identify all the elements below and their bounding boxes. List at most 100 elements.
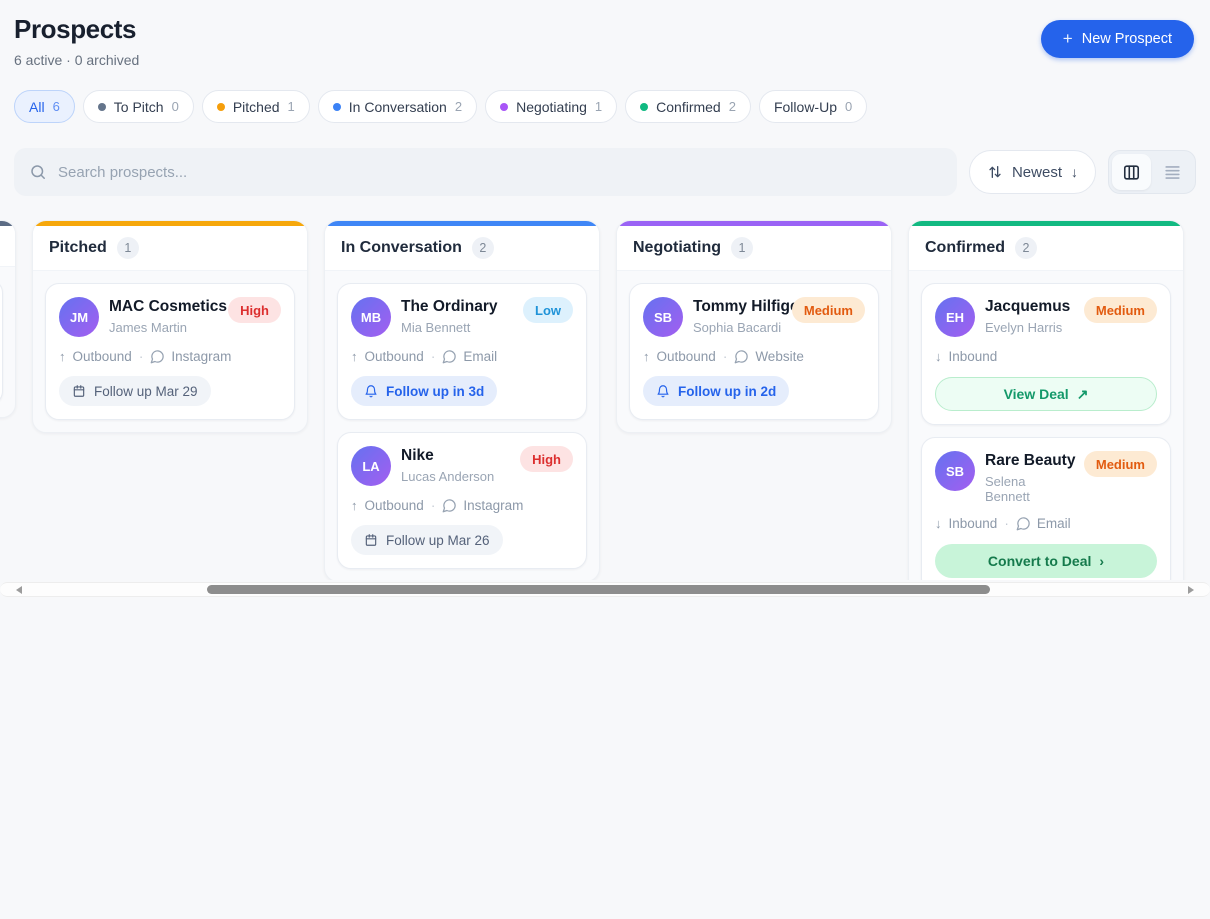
status-dot [217,103,225,111]
contact-name: Sophia Bacardi [693,320,782,335]
filter-label: Follow-Up [774,99,837,115]
calendar-icon [364,533,378,547]
priority-badge: High [520,446,573,472]
prospect-card-tommy-hilfiger[interactable]: SB Tommy Hilfiger Sophia Bacardi Medium … [629,283,879,420]
separator-dot: · [1004,516,1009,531]
list-view-button[interactable] [1153,154,1192,190]
convert-to-deal-button[interactable]: Convert to Deal › [935,544,1157,578]
avatar: MB [351,297,391,337]
prospect-card-mac-cosmetics[interactable]: JM MAC Cosmetics James Martin High ↑ Out… [45,283,295,420]
column-confirmed: Confirmed 2 EH Jacquemus Evelyn Harris M… [908,220,1184,580]
prospect-card-rare-beauty[interactable]: SB Rare Beauty Selena Bennett Medium ↓ I… [921,437,1171,580]
prospect-card-nike[interactable]: LA Nike Lucas Anderson High ↑ Outbound · [337,432,587,569]
column-count-badge: 2 [472,237,494,259]
message-bubble-icon [442,498,457,513]
channel-row: ↓ Inbound · Email [935,516,1157,531]
filter-count: 0 [845,99,852,114]
priority-badge: Medium [1084,297,1157,323]
filter-negotiating[interactable]: Negotiating 1 [485,90,617,123]
message-bubble-icon [150,349,165,364]
bell-icon [656,384,670,398]
prospect-card-jacquemus[interactable]: EH Jacquemus Evelyn Harris Medium ↓ Inbo… [921,283,1171,425]
scroll-left-arrow[interactable] [16,586,22,594]
filter-pitched[interactable]: Pitched 1 [202,90,310,123]
board-view-button[interactable] [1112,154,1151,190]
status-filter-bar: All 6 To Pitch 0 Pitched 1 In Conversati… [14,90,867,123]
column-body: MB The Ordinary Mia Bennett Low ↑ Outbou… [325,271,599,580]
new-prospect-button[interactable]: + New Prospect [1041,20,1194,58]
channel-row: ↑ Outbound · Website [643,349,865,364]
plus-icon: + [1063,29,1073,49]
followup-chip: Follow up in 3d [351,376,497,406]
column-count-badge: 1 [117,237,139,259]
card-identity: The Ordinary Mia Bennett [401,297,497,335]
direction-arrow-icon: ↑ [351,498,358,513]
card-top-row: SB Rare Beauty Selena Bennett Medium [935,451,1157,504]
scrollbar-thumb[interactable] [207,585,990,594]
direction-label: Outbound [365,349,424,364]
message-bubble-icon [442,349,457,364]
filter-confirmed[interactable]: Confirmed 2 [625,90,751,123]
direction-arrow-icon: ↑ [351,349,358,364]
header: Prospects 6 active · 0 archived + New Pr… [14,14,1194,68]
filter-count: 1 [288,99,295,114]
column-body [0,267,15,417]
channel-label: Website [755,349,804,364]
column-name: In Conversation [341,239,462,257]
column-in-conversation: In Conversation 2 MB The Ordinary Mia Be… [324,220,600,580]
filter-in-conversation[interactable]: In Conversation 2 [318,90,477,123]
filter-follow-up[interactable]: Follow-Up 0 [759,90,867,123]
status-dot [500,103,508,111]
column-header: In Conversation 2 [325,226,599,271]
filter-all[interactable]: All 6 [14,90,75,123]
column-body: JM MAC Cosmetics James Martin High ↑ Out… [33,271,307,432]
filter-label: To Pitch [114,99,164,115]
calendar-icon [72,384,86,398]
column-header: To Pitch [0,226,15,267]
prospect-card[interactable] [0,279,3,405]
filter-to-pitch[interactable]: To Pitch 0 [83,90,194,123]
channel-row: ↑ Outbound · Instagram [59,349,281,364]
card-identity: MAC Cosmetics James Martin [109,297,218,335]
card-identity: Nike Lucas Anderson [401,446,494,484]
search-input[interactable] [58,164,942,181]
filter-count: 1 [595,99,602,114]
search-bar[interactable] [14,148,957,196]
separator-dot: · [431,498,436,513]
column-count-badge: 1 [731,237,753,259]
channel-row: ↓ Inbound [935,349,1157,364]
external-arrow-icon: ↗ [1077,386,1089,403]
header-text: Prospects 6 active · 0 archived [14,14,139,68]
contact-name: Mia Bennett [401,320,497,335]
followup-chip: Follow up in 2d [643,376,789,406]
filter-count: 0 [172,99,179,114]
priority-badge: Medium [792,297,865,323]
message-bubble-icon [734,349,749,364]
scroll-right-arrow[interactable] [1188,586,1194,594]
column-header: Pitched 1 [33,226,307,271]
view-deal-button[interactable]: View Deal ↗ [935,377,1157,411]
filter-label: Confirmed [656,99,721,115]
horizontal-scrollbar[interactable] [0,582,1210,597]
direction-label: Outbound [657,349,716,364]
channel: Instagram [150,349,231,364]
channel-label: Email [1037,516,1071,531]
action-label: Convert to Deal [988,553,1091,569]
column-pitched: Pitched 1 JM MAC Cosmetics James Martin … [32,220,308,433]
direction-arrow-icon: ↑ [59,349,66,364]
direction-arrow-icon: ↓ [935,516,942,531]
card-identity: Jacquemus Evelyn Harris [985,297,1070,335]
followup-label: Follow up in 2d [678,384,776,399]
prospect-card-the-ordinary[interactable]: MB The Ordinary Mia Bennett Low ↑ Outbou… [337,283,587,420]
followup-chip: Follow up Mar 26 [351,525,503,555]
kanban-columns-icon [1122,163,1141,182]
sort-button[interactable]: Newest ↓ [969,150,1096,194]
chevron-right-icon: › [1099,553,1104,569]
column-header: Negotiating 1 [617,226,891,271]
company-name: MAC Cosmetics [109,298,218,316]
direction-label: Outbound [73,349,132,364]
contact-name: James Martin [109,320,218,335]
avatar: SB [935,451,975,491]
channel-row: ↑ Outbound · Instagram [351,498,573,513]
contact-name: Evelyn Harris [985,320,1070,335]
